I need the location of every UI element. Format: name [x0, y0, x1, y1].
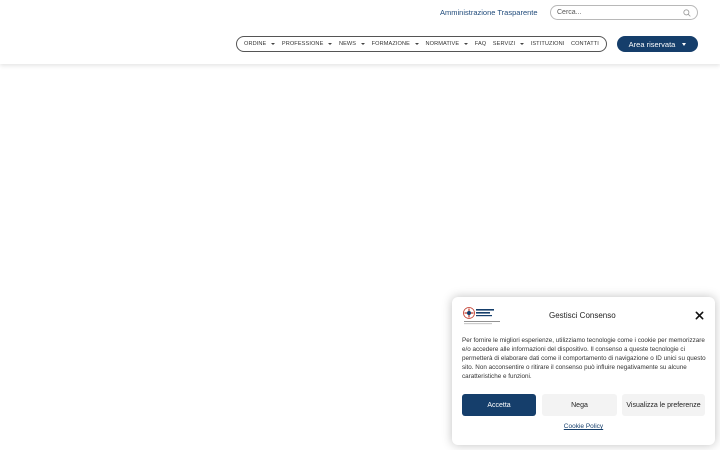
nav-item-istituzioni[interactable]: ISTITUZIONI [531, 41, 565, 47]
amministrazione-trasparente-link[interactable]: Amministrazione Trasparente [440, 8, 538, 17]
search-icon[interactable] [683, 9, 691, 17]
cookie-policy-link[interactable]: Cookie Policy [452, 423, 715, 430]
nav-item-label: FORMAZIONE [371, 41, 410, 47]
cookie-consent-dialog: Gestisci Consenso Per fornire le miglior… [452, 297, 715, 445]
nav-item-label: FAQ [474, 41, 487, 47]
nav-item-professione[interactable]: PROFESSIONE [282, 41, 333, 47]
area-riservata-button[interactable]: Area riservata [617, 36, 698, 52]
caret-down-icon [414, 43, 419, 45]
caret-down-icon [682, 42, 687, 46]
main-nav: ORDINE PROFESSIONE NEWS FORMAZIONE NORMA… [236, 36, 607, 52]
nav-item-news[interactable]: NEWS [338, 41, 366, 47]
nav-item-label: NORMATIVE [425, 41, 460, 47]
accept-button[interactable]: Accetta [462, 394, 536, 416]
nav-item-faq[interactable]: FAQ [475, 41, 487, 47]
nav-item-label: CONTATTI [570, 41, 599, 47]
ordine-logo [463, 307, 500, 325]
nav-item-formazione[interactable]: FORMAZIONE [372, 41, 419, 47]
nav-item-label: ORDINE [244, 41, 267, 47]
nav-item-label: SERVIZI [492, 41, 516, 47]
caret-down-icon [328, 43, 333, 45]
search-box [550, 5, 698, 20]
nav-item-label: ISTITUZIONI [530, 41, 565, 47]
caret-down-icon [361, 43, 366, 45]
site-header: Amministrazione Trasparente ORDINE PROFE… [0, 0, 720, 64]
caret-down-icon [520, 43, 525, 45]
nav-item-servizi[interactable]: SERVIZI [492, 41, 525, 47]
nav-item-label: NEWS [338, 41, 357, 47]
consent-text: Per fornire le migliori esperienze, util… [462, 337, 706, 381]
caret-down-icon [271, 43, 276, 45]
nav-item-normative[interactable]: NORMATIVE [425, 41, 469, 47]
view-preferences-button[interactable]: Visualizza le preferenze [622, 394, 705, 416]
consent-title: Gestisci Consenso [549, 311, 616, 320]
nav-item-contatti[interactable]: CONTATTI [571, 41, 599, 47]
nav-item-label: PROFESSIONE [281, 41, 324, 47]
area-riservata-label: Area riservata [628, 39, 676, 49]
deny-button[interactable]: Nega [542, 394, 617, 416]
caret-down-icon [464, 43, 469, 45]
search-input[interactable] [557, 7, 677, 18]
nav-item-ordine[interactable]: ORDINE [244, 41, 276, 47]
close-icon[interactable] [695, 311, 704, 320]
